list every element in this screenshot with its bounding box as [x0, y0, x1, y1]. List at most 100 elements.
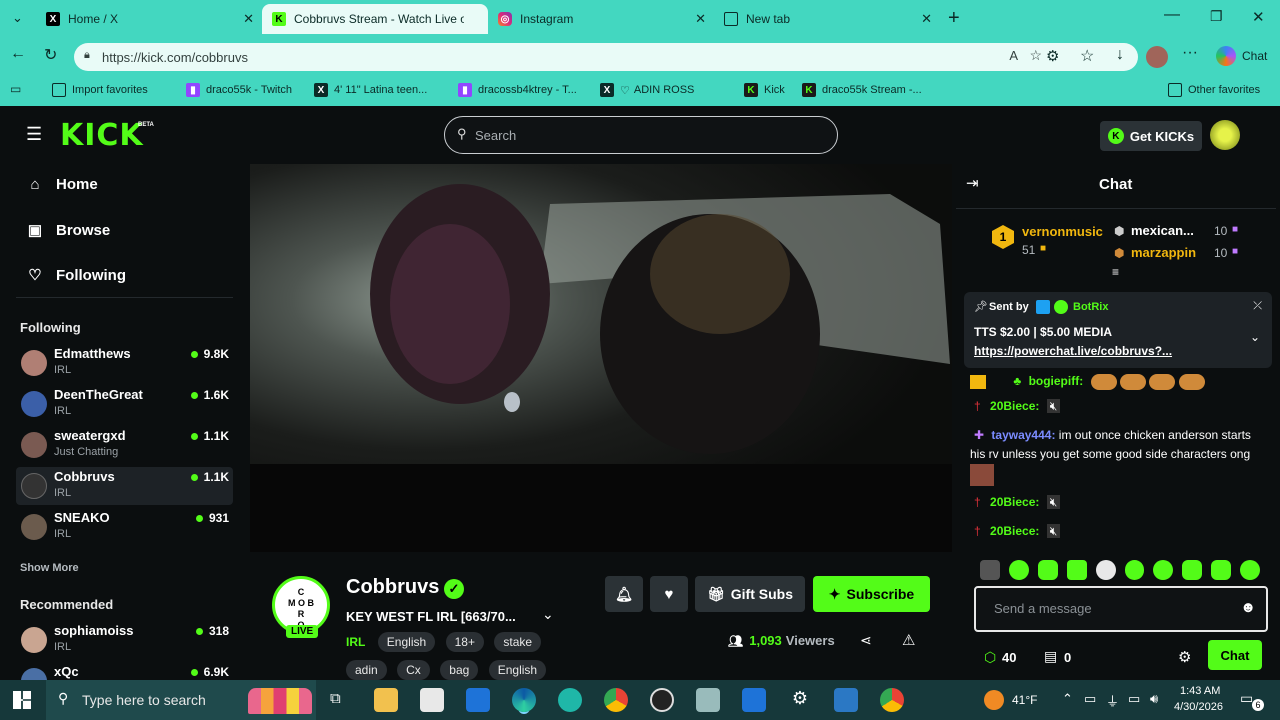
channel-item-xqc[interactable]: xQc 6.9K [16, 662, 233, 680]
emoji-icon[interactable]: ☻ [1240, 599, 1256, 616]
close-tab-icon[interactable]: ✕ [695, 11, 706, 27]
settings-gear-icon[interactable]: ⚙ [1178, 648, 1191, 666]
tag[interactable]: adin [346, 660, 387, 680]
chat-username[interactable]: bogiepiff: [1029, 374, 1084, 388]
channel-item-edmatthews[interactable]: Edmatthews IRL 9.8K [16, 344, 233, 382]
emote-icon[interactable] [1211, 560, 1232, 580]
user-avatar[interactable] [1210, 120, 1240, 150]
report-icon[interactable]: ⚠ [902, 631, 915, 649]
tab-instagram[interactable]: ◎ Instagram ✕ [488, 4, 714, 34]
tag[interactable]: stake [494, 632, 542, 652]
app-icon[interactable] [834, 688, 858, 712]
chat-username[interactable]: tayway444: [991, 428, 1055, 442]
close-tab-icon[interactable]: ✕ [243, 11, 254, 27]
emote-icon[interactable] [1037, 560, 1058, 580]
channel-item-sweatergxd[interactable]: sweatergxd Just Chatting 1.1K [16, 426, 233, 464]
show-more-link[interactable]: Show More [20, 562, 79, 574]
extensions-icon[interactable]: ⚙ [1046, 47, 1059, 65]
obs-icon[interactable] [650, 688, 674, 712]
more-icon[interactable]: ··· [1182, 44, 1198, 62]
channel-item-sophiamoiss[interactable]: sophiamoiss IRL 318 [16, 621, 233, 659]
new-tab-button[interactable]: + [948, 7, 960, 30]
close-tab-icon[interactable]: ✕ [921, 11, 932, 27]
task-view-icon[interactable]: ⧉ [330, 690, 341, 707]
chrome-icon[interactable] [604, 688, 628, 712]
windows-start-icon[interactable] [13, 691, 31, 709]
refresh-icon[interactable]: ↻ [44, 45, 57, 65]
network-icon[interactable]: ▭ [1128, 691, 1140, 707]
chevron-down-icon[interactable]: ⌄ [1250, 330, 1260, 344]
emote-icon[interactable] [1182, 560, 1203, 580]
gifter-name[interactable]: marzappin [1131, 245, 1196, 260]
chrome-icon[interactable] [880, 688, 904, 712]
menu-icon[interactable]: ☰ [26, 124, 42, 145]
notifications-button[interactable]: 🔔︎ [605, 576, 643, 612]
tag[interactable]: Cx [397, 660, 430, 680]
emote-icon[interactable] [1095, 560, 1116, 580]
kicks-icon[interactable]: ⬡ [984, 649, 996, 666]
tab-actions-icon[interactable]: ⌄ [12, 10, 23, 26]
expand-leaderboard-icon[interactable]: ≡ [1112, 265, 1119, 279]
bookmark-kick[interactable]: K Kick [744, 80, 785, 100]
subscribe-button[interactable]: ✦ Subscribe [813, 576, 930, 612]
chat-username[interactable]: 20Biece: [990, 399, 1039, 413]
sidebar-toggle-icon[interactable]: ▭ [10, 82, 21, 96]
tab-kick-stream[interactable]: K Cobbruvs Stream - Watch Live on K [262, 4, 488, 34]
video-player[interactable] [250, 164, 952, 552]
bookmark-x-1[interactable]: X 4' 11" Latina teen... [314, 80, 427, 100]
favorites-icon[interactable]: ☆ [1080, 46, 1094, 66]
category-link[interactable]: IRL [346, 635, 365, 649]
tag[interactable]: English [488, 660, 547, 680]
chat-input[interactable]: Send a message ☻ [974, 586, 1268, 632]
edge-icon[interactable] [512, 688, 536, 712]
minimize-icon[interactable]: — [1164, 6, 1180, 24]
copilot-chat-label[interactable]: Chat [1242, 49, 1267, 63]
volume-icon[interactable]: 🔊︎ [1150, 691, 1158, 707]
tag[interactable]: 18+ [445, 632, 484, 652]
sidebar-item-browse[interactable]: ▣ Browse [26, 221, 110, 240]
app-icon[interactable] [558, 688, 582, 712]
address-bar[interactable]: 🔒︎ https://kick.com/cobbruvs A ☆ [74, 43, 1138, 71]
app-icon[interactable] [742, 688, 766, 712]
downloads-icon[interactable]: ↓ [1116, 46, 1124, 64]
other-favorites[interactable]: Other favorites [1168, 80, 1260, 100]
emote-icon[interactable] [1124, 560, 1145, 580]
pinned-message[interactable]: 📌︎ Sent by BotRix ⤫ TTS $2.00 | $5.00 ME… [964, 292, 1272, 368]
gifter-name[interactable]: mexican... [1131, 223, 1194, 238]
chat-username[interactable]: 20Biece: [990, 495, 1039, 509]
emote-icon[interactable] [1008, 560, 1029, 580]
emote-icon[interactable] [1066, 560, 1087, 580]
chat-username[interactable]: 20Biece: [990, 524, 1039, 538]
bookmark-kick-stream[interactable]: Kdraco55k Stream -... [802, 80, 922, 100]
gifter-name[interactable]: vernonmusic [1022, 224, 1103, 239]
unpin-icon[interactable]: ⤫ [1253, 300, 1262, 313]
channel-item-sneako[interactable]: SNEAKO IRL 931 [16, 508, 233, 546]
collapse-chat-icon[interactable]: ⇥ [966, 174, 979, 192]
gift-subs-button[interactable]: 🎁︎ Gift Subs [695, 576, 805, 612]
sidebar-item-home[interactable]: ⌂ Home [26, 176, 97, 193]
tab-home-x[interactable]: X Home / X ✕ [36, 4, 262, 34]
tag[interactable]: English [377, 632, 436, 652]
clock-time[interactable]: 1:43 AM [1180, 685, 1220, 697]
channel-item-deenthegreat[interactable]: DeenTheGreat IRL 1.6K [16, 385, 233, 423]
expand-title-icon[interactable]: ⌄ [542, 606, 554, 623]
microphone-icon[interactable]: ⏚ [1106, 691, 1119, 710]
settings-icon[interactable]: ⚙ [788, 688, 812, 712]
outlook-icon[interactable] [466, 688, 490, 712]
tag[interactable]: bag [440, 660, 479, 680]
tray-overflow-icon[interactable]: ⌃ [1062, 691, 1073, 707]
bookmark-x-2[interactable]: X ♡ ADIN ROSS [600, 80, 694, 100]
weather-icon[interactable] [984, 690, 1004, 710]
file-explorer-icon[interactable] [374, 688, 398, 712]
close-window-icon[interactable]: ✕ [1252, 8, 1265, 26]
share-icon[interactable]: ⋖ [860, 632, 872, 649]
clock-date[interactable]: 4/30/2026 [1174, 701, 1223, 713]
store-icon[interactable] [420, 688, 444, 712]
gift-box-icon[interactable]: ▤ [1044, 648, 1057, 665]
emote-icon[interactable] [1240, 560, 1261, 580]
weather-temp[interactable]: 41°F [1012, 693, 1037, 707]
kick-logo[interactable]: KICK [60, 118, 144, 153]
profile-avatar[interactable] [1146, 46, 1168, 68]
get-kicks-button[interactable]: K Get KICKs [1100, 121, 1202, 151]
bookmark-twitch-2[interactable]: ▮ dracossb4ktrey - T... [458, 80, 577, 100]
